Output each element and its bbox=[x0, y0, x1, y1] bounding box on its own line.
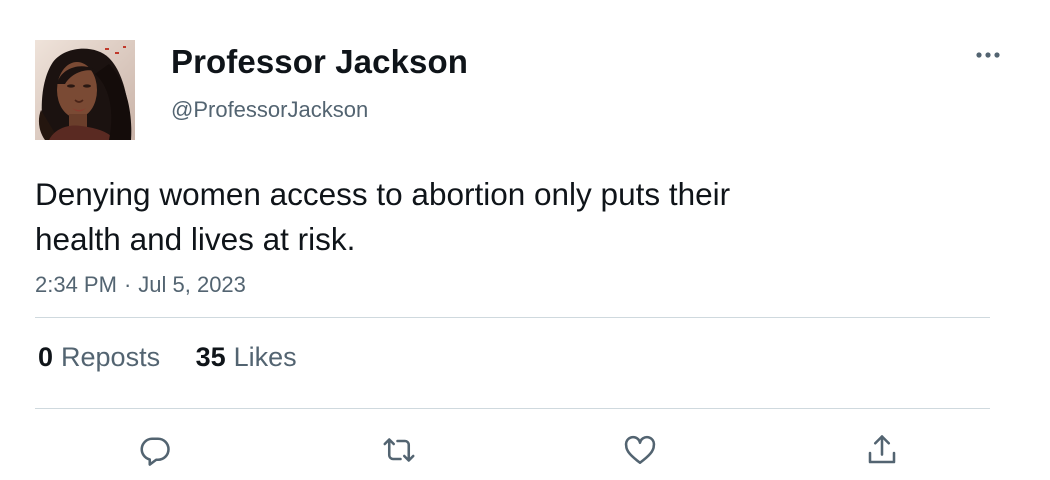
divider-top bbox=[35, 317, 990, 318]
like-button[interactable] bbox=[618, 428, 662, 472]
tweet-date[interactable]: Jul 5, 2023 bbox=[138, 272, 246, 297]
more-options-button[interactable] bbox=[965, 40, 1011, 70]
reply-button[interactable] bbox=[133, 428, 177, 472]
share-button[interactable] bbox=[860, 428, 904, 472]
heart-icon bbox=[624, 435, 656, 465]
meta-separator: · bbox=[123, 272, 132, 297]
avatar[interactable] bbox=[35, 40, 135, 140]
divider-bottom bbox=[35, 408, 990, 409]
engagement-stats: 0 Reposts 35 Likes bbox=[38, 342, 325, 373]
repost-button[interactable] bbox=[377, 428, 421, 472]
tweet-text: Denying women access to abortion only pu… bbox=[35, 176, 731, 257]
author-display-name[interactable]: Professor Jackson bbox=[171, 43, 468, 81]
likes-count: 35 bbox=[195, 342, 226, 372]
share-icon bbox=[868, 435, 896, 464]
reposts-count: 0 bbox=[38, 342, 54, 372]
likes-label: Likes bbox=[233, 342, 297, 372]
tweet-metadata: 2:34 PM · Jul 5, 2023 bbox=[35, 272, 246, 298]
avatar-image bbox=[35, 40, 135, 140]
author-handle[interactable]: @ProfessorJackson bbox=[171, 97, 368, 123]
reposts-stat[interactable]: 0 Reposts bbox=[38, 342, 160, 373]
reply-icon bbox=[140, 437, 170, 466]
repost-icon bbox=[383, 438, 415, 462]
reposts-label: Reposts bbox=[61, 342, 161, 372]
more-horizontal-icon bbox=[976, 52, 1000, 58]
tweet-time[interactable]: 2:34 PM bbox=[35, 272, 117, 297]
likes-stat[interactable]: 35 Likes bbox=[196, 342, 297, 373]
